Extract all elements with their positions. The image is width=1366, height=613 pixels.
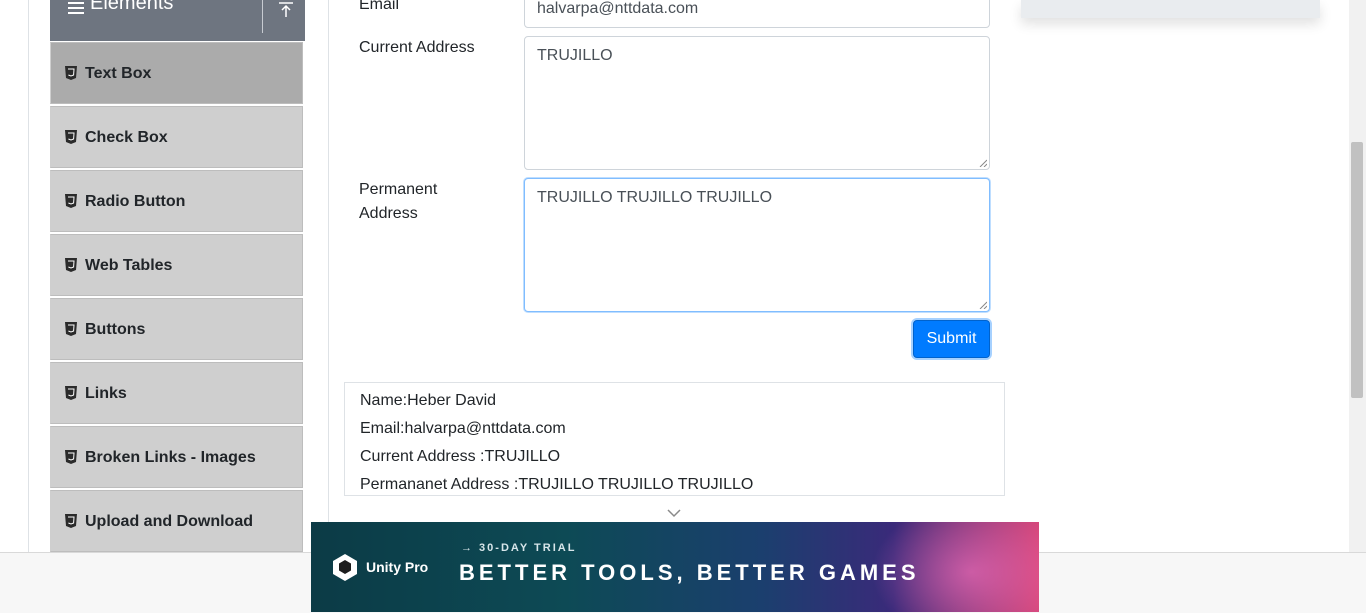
output-email: Email:halvarpa@nttdata.com: [360, 420, 566, 437]
sidebar-item-label: Links: [85, 385, 127, 402]
html5-icon: [65, 130, 77, 144]
sidebar: Elements Text Box Check Box Radio Button…: [50, 0, 305, 552]
email-field[interactable]: halvarpa@nttdata.com: [524, 0, 990, 28]
sidebar-item-radio-button[interactable]: Radio Button: [50, 170, 303, 232]
html5-icon: [65, 450, 77, 464]
output-permanent-address: Permananet Address :TRUJILLO TRUJILLO TR…: [360, 476, 754, 493]
sidebar-item-label: Upload and Download: [85, 513, 253, 530]
sidebar-item-buttons[interactable]: Buttons: [50, 298, 303, 360]
sidebar-item-label: Text Box: [85, 65, 152, 82]
ad-brand: Unity Pro: [366, 559, 429, 575]
resize-handle-icon[interactable]: [979, 159, 987, 167]
email-label: Email: [359, 0, 400, 13]
permanent-address-textarea[interactable]: TRUJILLO TRUJILLO TRUJILLO: [524, 178, 990, 312]
output-current-address: Current Address :TRUJILLO: [360, 448, 561, 465]
sidebar-item-label: Buttons: [85, 321, 146, 338]
unity-logo-icon: [333, 554, 357, 581]
collapse-icon[interactable]: [278, 2, 294, 18]
scrollbar-thumb[interactable]: [1351, 142, 1363, 398]
current-address-textarea[interactable]: TRUJILLO: [524, 36, 990, 170]
html5-icon: [65, 194, 77, 208]
content-divider: [328, 0, 329, 552]
left-divider: [28, 0, 29, 552]
sidebar-item-check-box[interactable]: Check Box: [50, 106, 303, 168]
ad-trial-text: → 30-DAY TRIAL: [461, 542, 577, 554]
resize-handle-icon[interactable]: [979, 301, 987, 309]
side-ad-image[interactable]: [1021, 0, 1320, 18]
group-title: Elements: [90, 0, 174, 14]
current-address-value: TRUJILLO: [537, 47, 613, 64]
permanent-address-value: TRUJILLO TRUJILLO TRUJILLO: [537, 189, 773, 206]
chevron-down-icon[interactable]: [666, 508, 682, 518]
header-separator: [262, 0, 263, 33]
elements-group-header[interactable]: Elements: [50, 0, 305, 41]
sidebar-item-links[interactable]: Links: [50, 362, 303, 424]
sidebar-item-upload-and-download[interactable]: Upload and Download: [50, 490, 303, 552]
sidebar-item-text-box[interactable]: Text Box: [50, 42, 303, 104]
html5-icon: [65, 258, 77, 272]
html5-icon: [65, 386, 77, 400]
unity-ad-banner[interactable]: Unity Pro → 30-DAY TRIAL BETTER TOOLS, B…: [311, 522, 1039, 612]
html5-icon: [65, 514, 77, 528]
ad-headline: BETTER TOOLS, BETTER GAMES: [459, 560, 920, 585]
sidebar-item-label: Check Box: [85, 129, 168, 146]
sidebar-item-label: Web Tables: [85, 257, 173, 274]
sidebar-item-broken-links-images[interactable]: Broken Links - Images: [50, 426, 303, 488]
permanent-address-label-line1: Permanent: [359, 181, 438, 198]
permanent-address-label-line2: Address: [359, 205, 418, 222]
current-address-label: Current Address: [359, 39, 475, 56]
sidebar-item-web-tables[interactable]: Web Tables: [50, 234, 303, 296]
sidebar-item-label: Radio Button: [85, 193, 186, 210]
submit-button[interactable]: Submit: [913, 320, 990, 358]
html5-icon: [65, 66, 77, 80]
output-name: Name:Heber David: [360, 392, 497, 409]
sidebar-item-label: Broken Links - Images: [85, 449, 256, 466]
output-panel: Name:Heber David Email:halvarpa@nttdata.…: [344, 382, 1005, 496]
menu-icon: [68, 2, 84, 14]
html5-icon: [65, 322, 77, 336]
